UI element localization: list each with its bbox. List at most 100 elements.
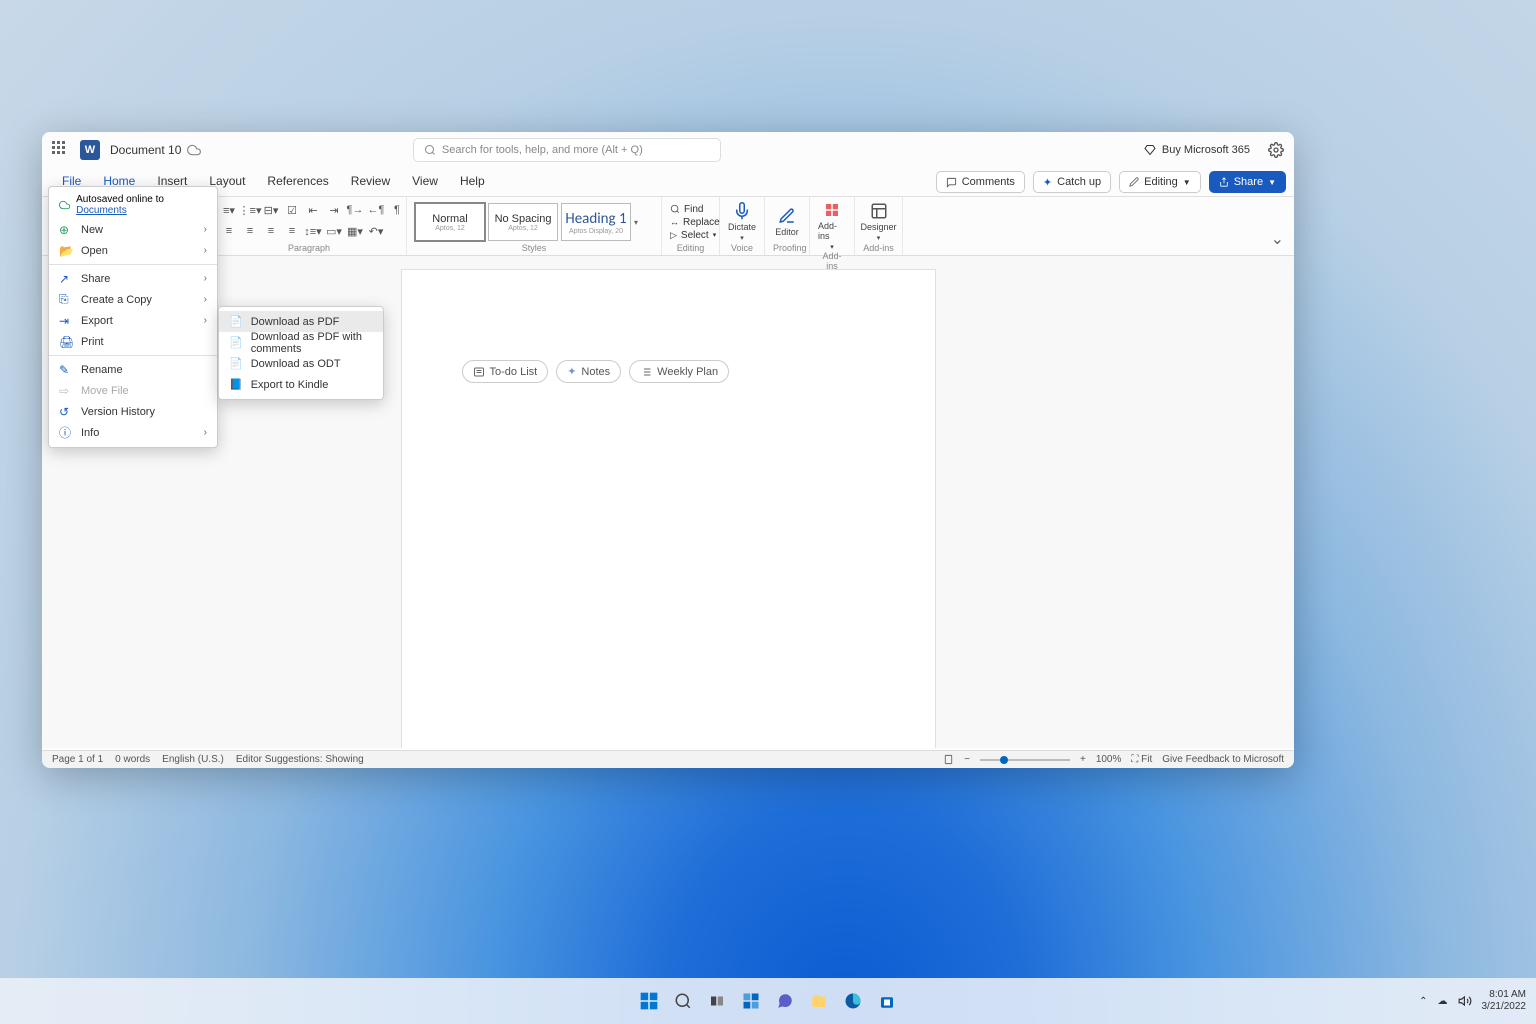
borders-button[interactable]: ▦▾ <box>346 222 364 240</box>
outdent-button[interactable]: ⇤ <box>304 201 322 219</box>
feedback-link[interactable]: Give Feedback to Microsoft <box>1162 754 1284 765</box>
start-button[interactable] <box>635 987 663 1015</box>
menu-export[interactable]: ⇥Export› <box>49 310 217 331</box>
editor-button[interactable]: Editor <box>773 207 801 237</box>
multilevel-button[interactable]: ⊟▾ <box>262 201 280 219</box>
menu-rename[interactable]: ✎Rename <box>49 359 217 380</box>
tab-references[interactable]: References <box>257 168 338 196</box>
search-input[interactable]: Search for tools, help, and more (Alt + … <box>413 138 721 162</box>
sort-button[interactable]: ↶▾ <box>367 222 385 240</box>
bullets-button[interactable]: ≡▾ <box>220 201 238 219</box>
styles-expand[interactable]: ▾ <box>634 218 638 227</box>
numbering-button[interactable]: ⋮≡▾ <box>241 201 259 219</box>
status-page[interactable]: Page 1 of 1 <box>52 754 103 765</box>
export-kindle[interactable]: 📘Export to Kindle <box>219 374 383 395</box>
document-title[interactable]: Document 10 <box>110 143 181 157</box>
indent-button[interactable]: ⇥ <box>325 201 343 219</box>
edge-icon <box>844 992 862 1010</box>
taskbar-search[interactable] <box>669 987 697 1015</box>
taskbar-taskview[interactable] <box>703 987 731 1015</box>
editing-mode-button[interactable]: Editing▼ <box>1119 171 1201 193</box>
tab-view[interactable]: View <box>402 168 448 196</box>
menu-history[interactable]: ↺Version History <box>49 401 217 422</box>
list-icon <box>640 366 652 378</box>
buy-microsoft-link[interactable]: Buy Microsoft 365 <box>1144 144 1250 156</box>
page-view-icon[interactable] <box>943 754 954 765</box>
widgets-icon <box>742 992 760 1010</box>
taskbar-widgets[interactable] <box>737 987 765 1015</box>
menu-open[interactable]: 📂Open› <box>49 240 217 261</box>
dictate-button[interactable]: Dictate▾ <box>728 202 756 242</box>
search-icon <box>424 144 436 156</box>
app-launcher-icon[interactable] <box>52 141 70 159</box>
taskbar-clock[interactable]: 8:01 AM3/21/2022 <box>1482 989 1527 1013</box>
shading-button[interactable]: ▭▾ <box>325 222 343 240</box>
export-odt[interactable]: 📄Download as ODT <box>219 353 383 374</box>
tab-review[interactable]: Review <box>341 168 400 196</box>
tray-onedrive[interactable]: ☁ <box>1438 996 1448 1007</box>
document-page[interactable]: To-do List ✦Notes Weekly Plan <box>401 269 936 748</box>
zoom-in-button[interactable]: + <box>1080 754 1086 765</box>
export-pdf[interactable]: 📄Download as PDF <box>219 311 383 332</box>
group-label-editing: Editing <box>670 243 711 253</box>
align-left-button[interactable]: ≡ <box>220 222 238 240</box>
ltr-button[interactable]: ¶→ <box>346 201 364 219</box>
taskbar-store[interactable] <box>873 987 901 1015</box>
cloud-check-icon <box>59 199 70 211</box>
status-bar: Page 1 of 1 0 words English (U.S.) Edito… <box>42 750 1294 768</box>
suggestion-notes[interactable]: ✦Notes <box>556 360 621 383</box>
taskbar-edge[interactable] <box>839 987 867 1015</box>
designer-button[interactable]: Designer▾ <box>860 202 896 242</box>
file-menu: Autosaved online to Documents ⊕New› 📂Ope… <box>48 186 218 448</box>
taskbar-chat[interactable] <box>771 987 799 1015</box>
zoom-level[interactable]: 100% <box>1096 754 1122 765</box>
ribbon-collapse-button[interactable]: ⌄ <box>1261 223 1294 255</box>
zoom-out-button[interactable]: − <box>964 754 970 765</box>
ribbon-tabs: File Home Insert Layout References Revie… <box>42 168 1294 196</box>
status-editor[interactable]: Editor Suggestions: Showing <box>236 754 364 765</box>
addins-button[interactable]: Add-ins▾ <box>818 201 846 251</box>
zoom-slider[interactable] <box>980 759 1070 761</box>
select-button[interactable]: ▷Select▾ <box>670 230 720 241</box>
diamond-icon <box>1144 144 1156 156</box>
word-app-window: W Document 10 Search for tools, help, an… <box>42 132 1294 768</box>
catchup-button[interactable]: ✦Catch up <box>1033 171 1111 193</box>
menu-copy[interactable]: ⎘Create a Copy› <box>49 289 217 310</box>
status-words[interactable]: 0 words <box>115 754 150 765</box>
status-language[interactable]: English (U.S.) <box>162 754 224 765</box>
group-label-proofing: Proofing <box>773 243 801 253</box>
taskbar-explorer[interactable] <box>805 987 833 1015</box>
line-spacing-button[interactable]: ↕≡▾ <box>304 222 322 240</box>
justify-button[interactable]: ≡ <box>283 222 301 240</box>
taskbar: ⌃ ☁ 8:01 AM3/21/2022 <box>0 978 1536 1024</box>
tab-help[interactable]: Help <box>450 168 495 196</box>
export-pdf-comments[interactable]: 📄Download as PDF with comments <box>219 332 383 353</box>
comments-button[interactable]: Comments <box>936 171 1025 193</box>
ribbon: (Body)▼ 12▼ A▴ A▾ A⌀ I U ab x₂ x² Aa▾ 🖍▾… <box>42 196 1294 256</box>
tray-chevron[interactable]: ⌃ <box>1419 996 1427 1007</box>
documents-link[interactable]: Documents <box>76 205 127 216</box>
align-right-button[interactable]: ≡ <box>262 222 280 240</box>
style-normal[interactable]: NormalAptos, 12 <box>415 203 485 241</box>
store-icon <box>878 992 896 1010</box>
style-no-spacing[interactable]: No SpacingAptos, 12 <box>488 203 558 241</box>
menu-print[interactable]: 🖨Print <box>49 331 217 352</box>
volume-icon[interactable] <box>1458 994 1472 1008</box>
align-center-button[interactable]: ≡ <box>241 222 259 240</box>
replace-button[interactable]: ↔Replace <box>670 217 720 228</box>
menu-new[interactable]: ⊕New› <box>49 219 217 240</box>
rtl-button[interactable]: ←¶ <box>367 201 385 219</box>
menu-share[interactable]: ↗Share› <box>49 268 217 289</box>
fit-button[interactable]: ⛶ Fit <box>1131 754 1152 765</box>
word-icon: W <box>80 140 100 160</box>
style-heading1[interactable]: Heading 1Aptos Display, 20 <box>561 203 631 241</box>
share-button[interactable]: Share▼ <box>1209 171 1286 193</box>
menu-info[interactable]: ⓘInfo› <box>49 422 217 443</box>
find-button[interactable]: Find <box>670 204 720 215</box>
checklist-button[interactable]: ☑ <box>283 201 301 219</box>
suggestion-todo[interactable]: To-do List <box>462 360 549 383</box>
folder-icon <box>810 992 828 1010</box>
gear-icon[interactable] <box>1268 142 1284 158</box>
suggestion-weekly[interactable]: Weekly Plan <box>629 360 729 383</box>
paragraph-marks-button[interactable]: ¶ <box>388 201 406 219</box>
